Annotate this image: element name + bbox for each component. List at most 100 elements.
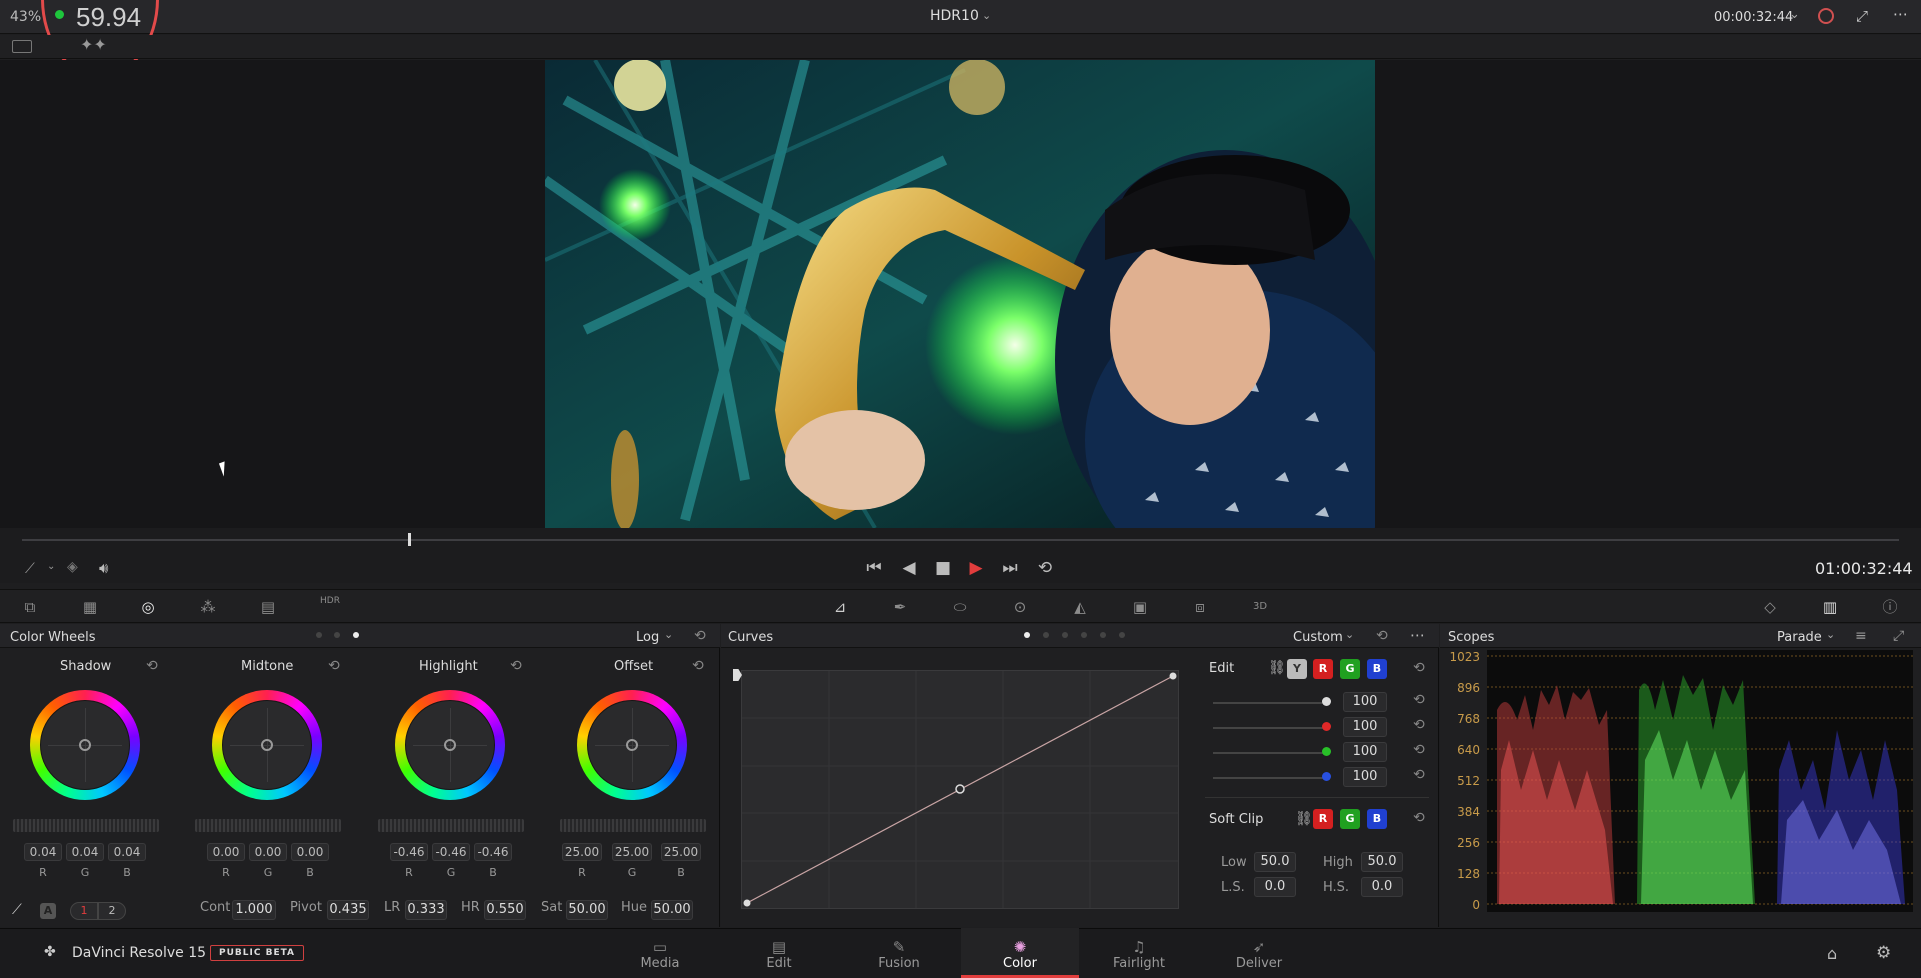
slider-knob[interactable] <box>1322 697 1331 706</box>
r-intensity-slider[interactable] <box>1213 727 1328 729</box>
reset-icon[interactable]: ⟲ <box>1413 810 1425 826</box>
window-icon[interactable]: ⬭ <box>948 596 972 618</box>
chevron-down-icon[interactable]: ⌄ <box>664 628 673 641</box>
slider-knob[interactable] <box>1322 722 1331 731</box>
color-wheels-icon[interactable]: ◎ <box>136 596 160 618</box>
fullscreen-icon[interactable]: ⤢ <box>1856 7 1868 25</box>
auto-color-icon[interactable]: A <box>40 903 56 919</box>
reset-icon[interactable]: ⟲ <box>1413 660 1425 676</box>
midtone-r-value[interactable]: 0.00 <box>207 843 245 861</box>
g-intensity-input[interactable]: 100 <box>1343 742 1387 762</box>
slider-knob[interactable] <box>1322 747 1331 756</box>
more-options-icon[interactable]: ⋯ <box>1893 5 1908 23</box>
nav-fairlight[interactable]: ♫ Fairlight <box>1080 928 1198 978</box>
highlight-g-value[interactable]: -0.46 <box>432 843 470 861</box>
offset-master-dial[interactable] <box>560 819 706 832</box>
slider-knob[interactable] <box>1322 772 1331 781</box>
qualifier-icon[interactable]: ✒ <box>888 596 912 618</box>
reset-icon[interactable]: ⟲ <box>1413 767 1425 783</box>
g-intensity-slider[interactable] <box>1213 752 1328 754</box>
key-icon[interactable]: ▣ <box>1128 596 1152 618</box>
high-soft-input[interactable]: 0.0 <box>1361 877 1403 897</box>
lr-input[interactable]: 0.333 <box>405 900 447 920</box>
channel-y-toggle[interactable]: Y <box>1287 659 1307 679</box>
b-intensity-slider[interactable] <box>1213 777 1328 779</box>
chevron-down-icon[interactable]: ⌄ <box>1826 628 1835 641</box>
curves-icon[interactable]: ⊿ <box>828 596 852 618</box>
playhead[interactable] <box>408 533 411 546</box>
highlight-color-wheel[interactable] <box>395 690 505 800</box>
tracker-icon[interactable]: ⊙ <box>1008 596 1032 618</box>
highlight-b-value[interactable]: -0.46 <box>474 843 512 861</box>
motion-effects-icon[interactable]: ▤ <box>256 596 280 618</box>
shadow-g-value[interactable]: 0.04 <box>66 843 104 861</box>
magic-mask-icon[interactable]: ✦✦ <box>80 35 107 54</box>
skip-to-start-icon[interactable]: ⏮ <box>863 557 885 579</box>
page-dot[interactable] <box>334 632 340 638</box>
curves-mode-select[interactable]: Custom <box>1293 630 1343 645</box>
wheel-handle[interactable] <box>444 739 456 751</box>
reset-icon[interactable]: ⟲ <box>1413 742 1425 758</box>
page-dot[interactable] <box>1100 632 1106 638</box>
curve-editor[interactable] <box>741 670 1179 909</box>
clip-title[interactable]: HDR10 <box>930 8 979 24</box>
highlight-r-value[interactable]: -0.46 <box>390 843 428 861</box>
timeline-scrubber[interactable] <box>22 539 1899 541</box>
reset-icon[interactable]: ⟲ <box>510 658 522 674</box>
play-reverse-icon[interactable]: ◀ <box>898 557 920 579</box>
midtone-master-dial[interactable] <box>195 819 341 832</box>
page-dot-active[interactable] <box>353 632 359 638</box>
saturation-input[interactable]: 50.00 <box>566 900 608 920</box>
shadow-b-value[interactable]: 0.04 <box>108 843 146 861</box>
nav-edit[interactable]: ▤ Edit <box>720 928 838 978</box>
stereo-3d-icon[interactable]: 3D <box>1248 596 1272 618</box>
keyframes-icon[interactable]: ◇ <box>1758 596 1782 618</box>
auto-balance-icon[interactable]: ⟋ <box>12 902 22 918</box>
speaker-icon[interactable]: 🔊︎ <box>99 559 108 577</box>
midtone-b-value[interactable]: 0.00 <box>291 843 329 861</box>
reset-icon[interactable]: ⟲ <box>146 658 158 674</box>
wheel-handle[interactable] <box>626 739 638 751</box>
hue-input[interactable]: 50.00 <box>651 900 693 920</box>
page-dot[interactable] <box>1043 632 1049 638</box>
rgb-mixer-icon[interactable]: ⁂ <box>196 596 220 618</box>
more-options-icon[interactable]: ⋯ <box>1410 626 1425 644</box>
chevron-down-icon[interactable]: ⌄ <box>47 561 55 572</box>
offset-b-value[interactable]: 25.00 <box>661 843 701 861</box>
r-intensity-input[interactable]: 100 <box>1343 717 1387 737</box>
page-dot-active[interactable] <box>1024 632 1030 638</box>
chevron-down-icon[interactable]: ⌄ <box>1345 628 1354 641</box>
chevron-down-icon[interactable]: ⌄ <box>982 9 991 22</box>
link-icon[interactable]: ⛓ <box>1295 811 1313 827</box>
contrast-input[interactable]: 1.000 <box>232 900 276 920</box>
page-dot[interactable] <box>1081 632 1087 638</box>
softclip-g-toggle[interactable]: G <box>1340 809 1360 829</box>
shadow-master-dial[interactable] <box>13 819 159 832</box>
stop-icon[interactable]: ■ <box>932 557 954 579</box>
page-dot[interactable] <box>316 632 322 638</box>
color-match-icon[interactable]: ▦ <box>78 596 102 618</box>
nav-deliver[interactable]: ➶ Deliver <box>1200 928 1318 978</box>
home-icon[interactable]: ⌂ <box>1827 944 1837 963</box>
blur-icon[interactable]: ◭ <box>1068 596 1092 618</box>
wheel-page-1[interactable]: 1 <box>70 902 98 920</box>
offset-color-wheel[interactable] <box>577 690 687 800</box>
channel-b-toggle[interactable]: B <box>1367 659 1387 679</box>
reset-icon[interactable]: ⟲ <box>692 658 704 674</box>
reset-icon[interactable]: ⟲ <box>694 628 706 644</box>
page-dot[interactable] <box>1062 632 1068 638</box>
expand-icon[interactable]: ⤢ <box>1893 628 1904 644</box>
wheel-handle[interactable] <box>261 739 273 751</box>
gear-icon[interactable]: ⚙ <box>1876 943 1891 963</box>
offset-g-value[interactable]: 25.00 <box>612 843 652 861</box>
scopes-icon[interactable]: ▥ <box>1818 596 1842 618</box>
midtone-color-wheel[interactable] <box>212 690 322 800</box>
offset-r-value[interactable]: 25.00 <box>562 843 602 861</box>
highlight-master-dial[interactable] <box>378 819 524 832</box>
channel-g-toggle[interactable]: G <box>1340 659 1360 679</box>
softclip-r-toggle[interactable]: R <box>1313 809 1333 829</box>
layers-icon[interactable]: ◈ <box>67 559 78 575</box>
wand-icon[interactable]: ⟋ <box>25 561 35 577</box>
play-icon[interactable]: ▶ <box>965 557 987 579</box>
page-dot[interactable] <box>1119 632 1125 638</box>
